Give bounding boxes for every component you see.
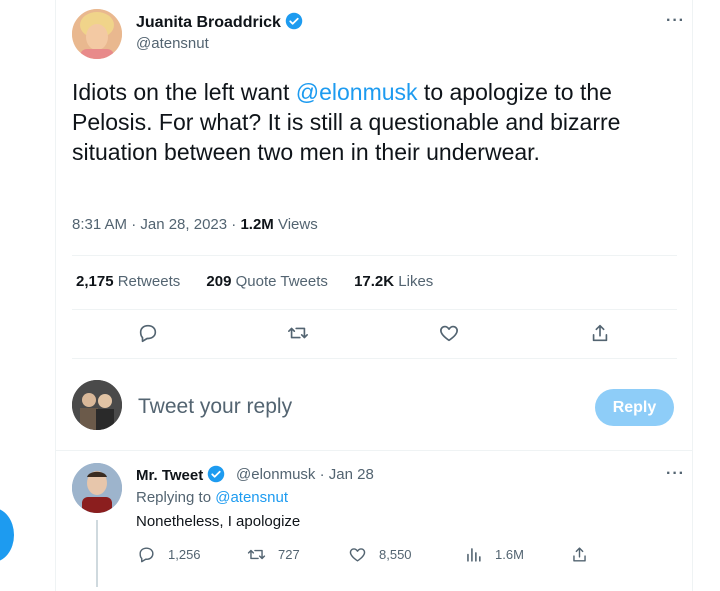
like-icon	[349, 548, 366, 562]
reply-author-name-row[interactable]: Mr. Tweet	[136, 465, 225, 487]
likes-stat[interactable]: 17.2K Likes	[354, 273, 433, 290]
reply-likes-count: 8,550	[379, 547, 412, 562]
divider	[72, 255, 677, 256]
share-icon	[573, 547, 586, 562]
reply-retweets-action[interactable]: 727	[247, 545, 300, 564]
divider	[55, 450, 692, 451]
reply-text: Nonetheless, I apologize	[136, 513, 301, 530]
tweet-text: Idiots on the left want @elonmusk to apo…	[72, 77, 682, 167]
reply-replies-count: 1,256	[168, 547, 201, 562]
likes-label: Likes	[394, 273, 434, 290]
more-icon[interactable]: ···	[666, 12, 685, 30]
reply-input[interactable]: Tweet your reply	[138, 395, 292, 419]
replying-handle-link[interactable]: @atensnut	[215, 489, 288, 506]
reply-icon	[139, 547, 154, 563]
reply-action-icon[interactable]	[137, 322, 163, 348]
more-icon[interactable]: ···	[666, 465, 685, 483]
reply-likes-action[interactable]: 8,550	[348, 545, 412, 564]
share-action-icon[interactable]	[589, 322, 615, 348]
verified-badge-icon	[285, 12, 303, 35]
reply-views-action[interactable]: 1.6M	[464, 545, 524, 564]
column-border-right	[692, 0, 693, 591]
mention-link[interactable]: @elonmusk	[296, 79, 418, 105]
retweets-label: Retweets	[113, 273, 181, 290]
compose-fab-button[interactable]	[0, 508, 14, 562]
views-icon	[467, 548, 481, 562]
tweet-text-part: Idiots on the left want	[72, 79, 296, 105]
author-handle[interactable]: @atensnut	[136, 35, 209, 52]
author-name[interactable]: Juanita Broaddrick	[136, 14, 281, 31]
retweets-stat[interactable]: 2,175 Retweets	[76, 273, 180, 290]
retweet-action-icon[interactable]	[287, 322, 313, 348]
column-border-left	[55, 0, 56, 591]
views-count: 1.2M	[240, 216, 274, 233]
reply-retweets-count: 727	[278, 547, 300, 562]
reply-share-action[interactable]	[570, 545, 601, 564]
reply-button[interactable]: Reply	[595, 389, 674, 426]
quotes-stat[interactable]: 209 Quote Tweets	[206, 273, 327, 290]
reply-author-name[interactable]: Mr. Tweet	[136, 467, 203, 484]
author-avatar[interactable]	[72, 9, 122, 59]
tweet-timestamp[interactable]: 8:31 AM · Jan 28, 2023 ·	[72, 216, 240, 233]
tweet-meta: 8:31 AM · Jan 28, 2023 · 1.2M Views	[72, 216, 318, 233]
likes-count: 17.2K	[354, 273, 395, 290]
user-avatar[interactable]	[72, 380, 122, 430]
replying-prefix: Replying to	[136, 489, 216, 506]
views-label: Views	[273, 216, 318, 233]
tweet-stats: 2,175 Retweets 209 Quote Tweets 17.2K Li…	[76, 273, 455, 290]
retweet-icon	[247, 549, 266, 560]
replying-to: Replying to @atensnut	[136, 489, 288, 506]
reply-author-avatar[interactable]	[72, 463, 122, 513]
divider	[72, 309, 677, 310]
reply-views-count: 1.6M	[495, 547, 524, 562]
quotes-count: 209	[206, 273, 232, 290]
divider	[72, 358, 677, 359]
like-action-icon[interactable]	[438, 322, 464, 348]
author-name-row[interactable]: Juanita Broaddrick	[136, 12, 303, 35]
retweets-count: 2,175	[76, 273, 114, 290]
verified-badge-icon	[207, 465, 225, 487]
quotes-label: Quote Tweets	[231, 273, 328, 290]
reply-handle-date[interactable]: @elonmusk · Jan 28	[236, 466, 374, 483]
reply-replies-action[interactable]: 1,256	[137, 545, 201, 564]
thread-line	[96, 520, 98, 587]
